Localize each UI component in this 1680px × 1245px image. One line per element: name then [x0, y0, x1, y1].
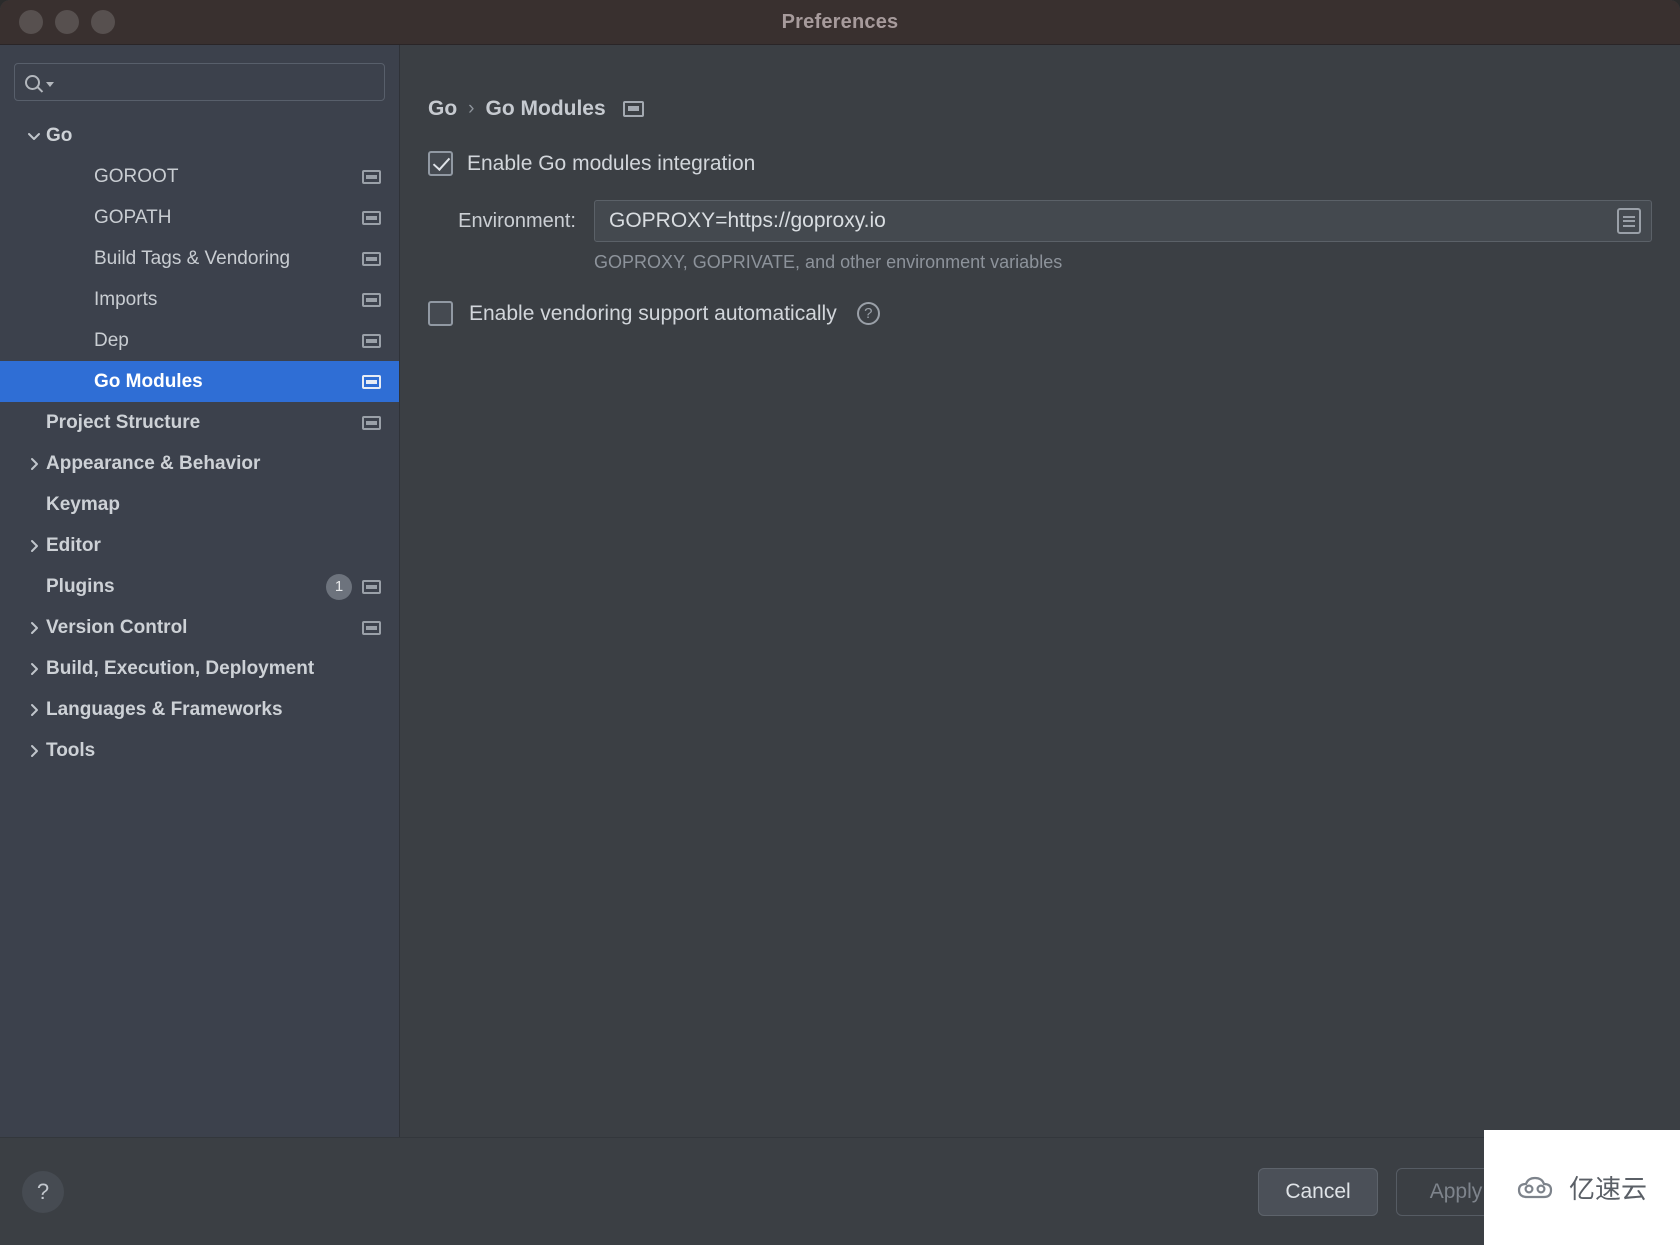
sidebar-item-label: Keymap — [46, 493, 120, 515]
project-settings-icon — [362, 579, 381, 594]
project-settings-icon — [362, 333, 381, 348]
sidebar-item-project-structure[interactable]: Project Structure — [0, 402, 399, 443]
sidebar-item-label: Build, Execution, Deployment — [46, 657, 315, 679]
chevron-down-icon[interactable] — [22, 128, 46, 144]
sidebar-item-go[interactable]: Go — [0, 115, 399, 156]
chevron-right-icon[interactable] — [22, 743, 46, 759]
project-settings-icon — [362, 620, 381, 635]
watermark-overlay: 亿速云 — [1484, 1130, 1680, 1245]
sidebar-item-label: Appearance & Behavior — [46, 452, 261, 474]
sidebar-item-tools[interactable]: Tools — [0, 730, 399, 771]
environment-hint: GOPROXY, GOPRIVATE, and other environmen… — [594, 252, 1063, 272]
settings-content-panel: Go › Go Modules Enable Go modules integr… — [400, 45, 1680, 1137]
sidebar-item-label: Plugins — [46, 575, 115, 597]
sidebar-item-label: GOROOT — [94, 165, 179, 187]
chevron-right-icon[interactable] — [22, 620, 46, 636]
environment-field[interactable] — [594, 200, 1652, 242]
breadcrumb: Go › Go Modules — [400, 97, 1680, 121]
enable-vendoring-label: Enable vendoring support automatically — [469, 301, 837, 325]
sidebar-item-go-modules[interactable]: Go Modules — [0, 361, 399, 402]
sidebar-item-label: Go Modules — [94, 370, 203, 392]
sidebar-item-label: Languages & Frameworks — [46, 698, 283, 720]
sidebar-item-label: Imports — [94, 288, 158, 310]
sidebar-item-appearance-behavior[interactable]: Appearance & Behavior — [0, 443, 399, 484]
cloud-icon — [1517, 1175, 1559, 1201]
environment-label: Environment: — [458, 209, 576, 232]
sidebar-item-dep[interactable]: Dep — [0, 320, 399, 361]
sidebar-item-label: Go — [46, 124, 73, 146]
cancel-button[interactable]: Cancel — [1258, 1167, 1378, 1216]
window-title: Preferences — [781, 10, 899, 33]
sidebar-item-label: Editor — [46, 534, 101, 556]
chevron-right-icon[interactable] — [22, 456, 46, 472]
sidebar-item-imports[interactable]: Imports — [0, 279, 399, 320]
sidebar-item-version-control[interactable]: Version Control — [0, 607, 399, 648]
project-settings-icon — [362, 251, 381, 266]
enable-go-modules-row[interactable]: Enable Go modules integration — [400, 151, 1680, 176]
search-container — [0, 63, 399, 115]
project-settings-icon — [362, 210, 381, 225]
chevron-down-icon[interactable] — [46, 81, 54, 87]
search-box[interactable] — [14, 63, 385, 101]
window-body: Go GOROOT GOPATH Build Tags & Vendoring Impo… — [0, 45, 1680, 1137]
sidebar-item-build-tags-vendoring[interactable]: Build Tags & Vendoring — [0, 238, 399, 279]
sidebar-item-badge: 1 — [326, 573, 352, 600]
chevron-right-icon[interactable] — [22, 661, 46, 677]
sidebar-item-label: Project Structure — [46, 411, 201, 433]
sidebar-item-goroot[interactable]: GOROOT — [0, 156, 399, 197]
project-settings-icon — [362, 415, 381, 430]
breadcrumb-root[interactable]: Go — [428, 97, 457, 121]
dialog-footer: ? Cancel Apply OK @掘金 亿速云 — [0, 1130, 1680, 1245]
enable-go-modules-label: Enable Go modules integration — [467, 151, 756, 175]
settings-sidebar: Go GOROOT GOPATH Build Tags & Vendoring Impo… — [0, 45, 400, 1137]
breadcrumb-separator: › — [468, 98, 475, 119]
sidebar-item-gopath[interactable]: GOPATH — [0, 197, 399, 238]
project-settings-icon — [362, 292, 381, 307]
sidebar-item-editor[interactable]: Editor — [0, 525, 399, 566]
enable-vendoring-row[interactable]: Enable vendoring support automatically ? — [400, 301, 1680, 326]
chevron-right-icon[interactable] — [22, 538, 46, 554]
project-settings-icon — [362, 169, 381, 184]
environment-row: Environment: — [400, 200, 1680, 242]
sidebar-item-plugins[interactable]: Plugins 1 — [0, 566, 399, 607]
chevron-right-icon[interactable] — [22, 702, 46, 718]
help-icon[interactable]: ? — [856, 302, 880, 325]
environment-input[interactable] — [609, 209, 1617, 233]
sidebar-item-label: Version Control — [46, 616, 188, 638]
edit-variables-icon[interactable] — [1617, 208, 1641, 234]
enable-go-modules-checkbox[interactable] — [428, 151, 453, 176]
preferences-window: Preferences Go GOROOT GOPATH Build Tags & V… — [0, 0, 1680, 1245]
sidebar-item-label: Tools — [46, 739, 96, 761]
breadcrumb-current: Go Modules — [485, 97, 606, 120]
project-settings-icon — [362, 374, 381, 389]
title-bar: Preferences — [0, 0, 1680, 45]
search-icon — [25, 74, 40, 90]
sidebar-item-label: GOPATH — [94, 206, 172, 228]
watermark-cloud-text: 亿速云 — [1568, 1175, 1647, 1205]
sidebar-item-label: Dep — [94, 329, 129, 351]
search-input[interactable] — [57, 73, 384, 91]
sidebar-item-keymap[interactable]: Keymap — [0, 484, 399, 525]
help-button[interactable]: ? — [22, 1170, 64, 1213]
enable-vendoring-checkbox[interactable] — [428, 301, 453, 326]
sidebar-item-label: Build Tags & Vendoring — [94, 247, 291, 269]
sidebar-item-build-execution-deployment[interactable]: Build, Execution, Deployment — [0, 648, 399, 689]
sidebar-item-languages-frameworks[interactable]: Languages & Frameworks — [0, 689, 399, 730]
settings-tree: Go GOROOT GOPATH Build Tags & Vendoring Impo… — [0, 115, 399, 771]
project-settings-icon — [622, 101, 644, 117]
